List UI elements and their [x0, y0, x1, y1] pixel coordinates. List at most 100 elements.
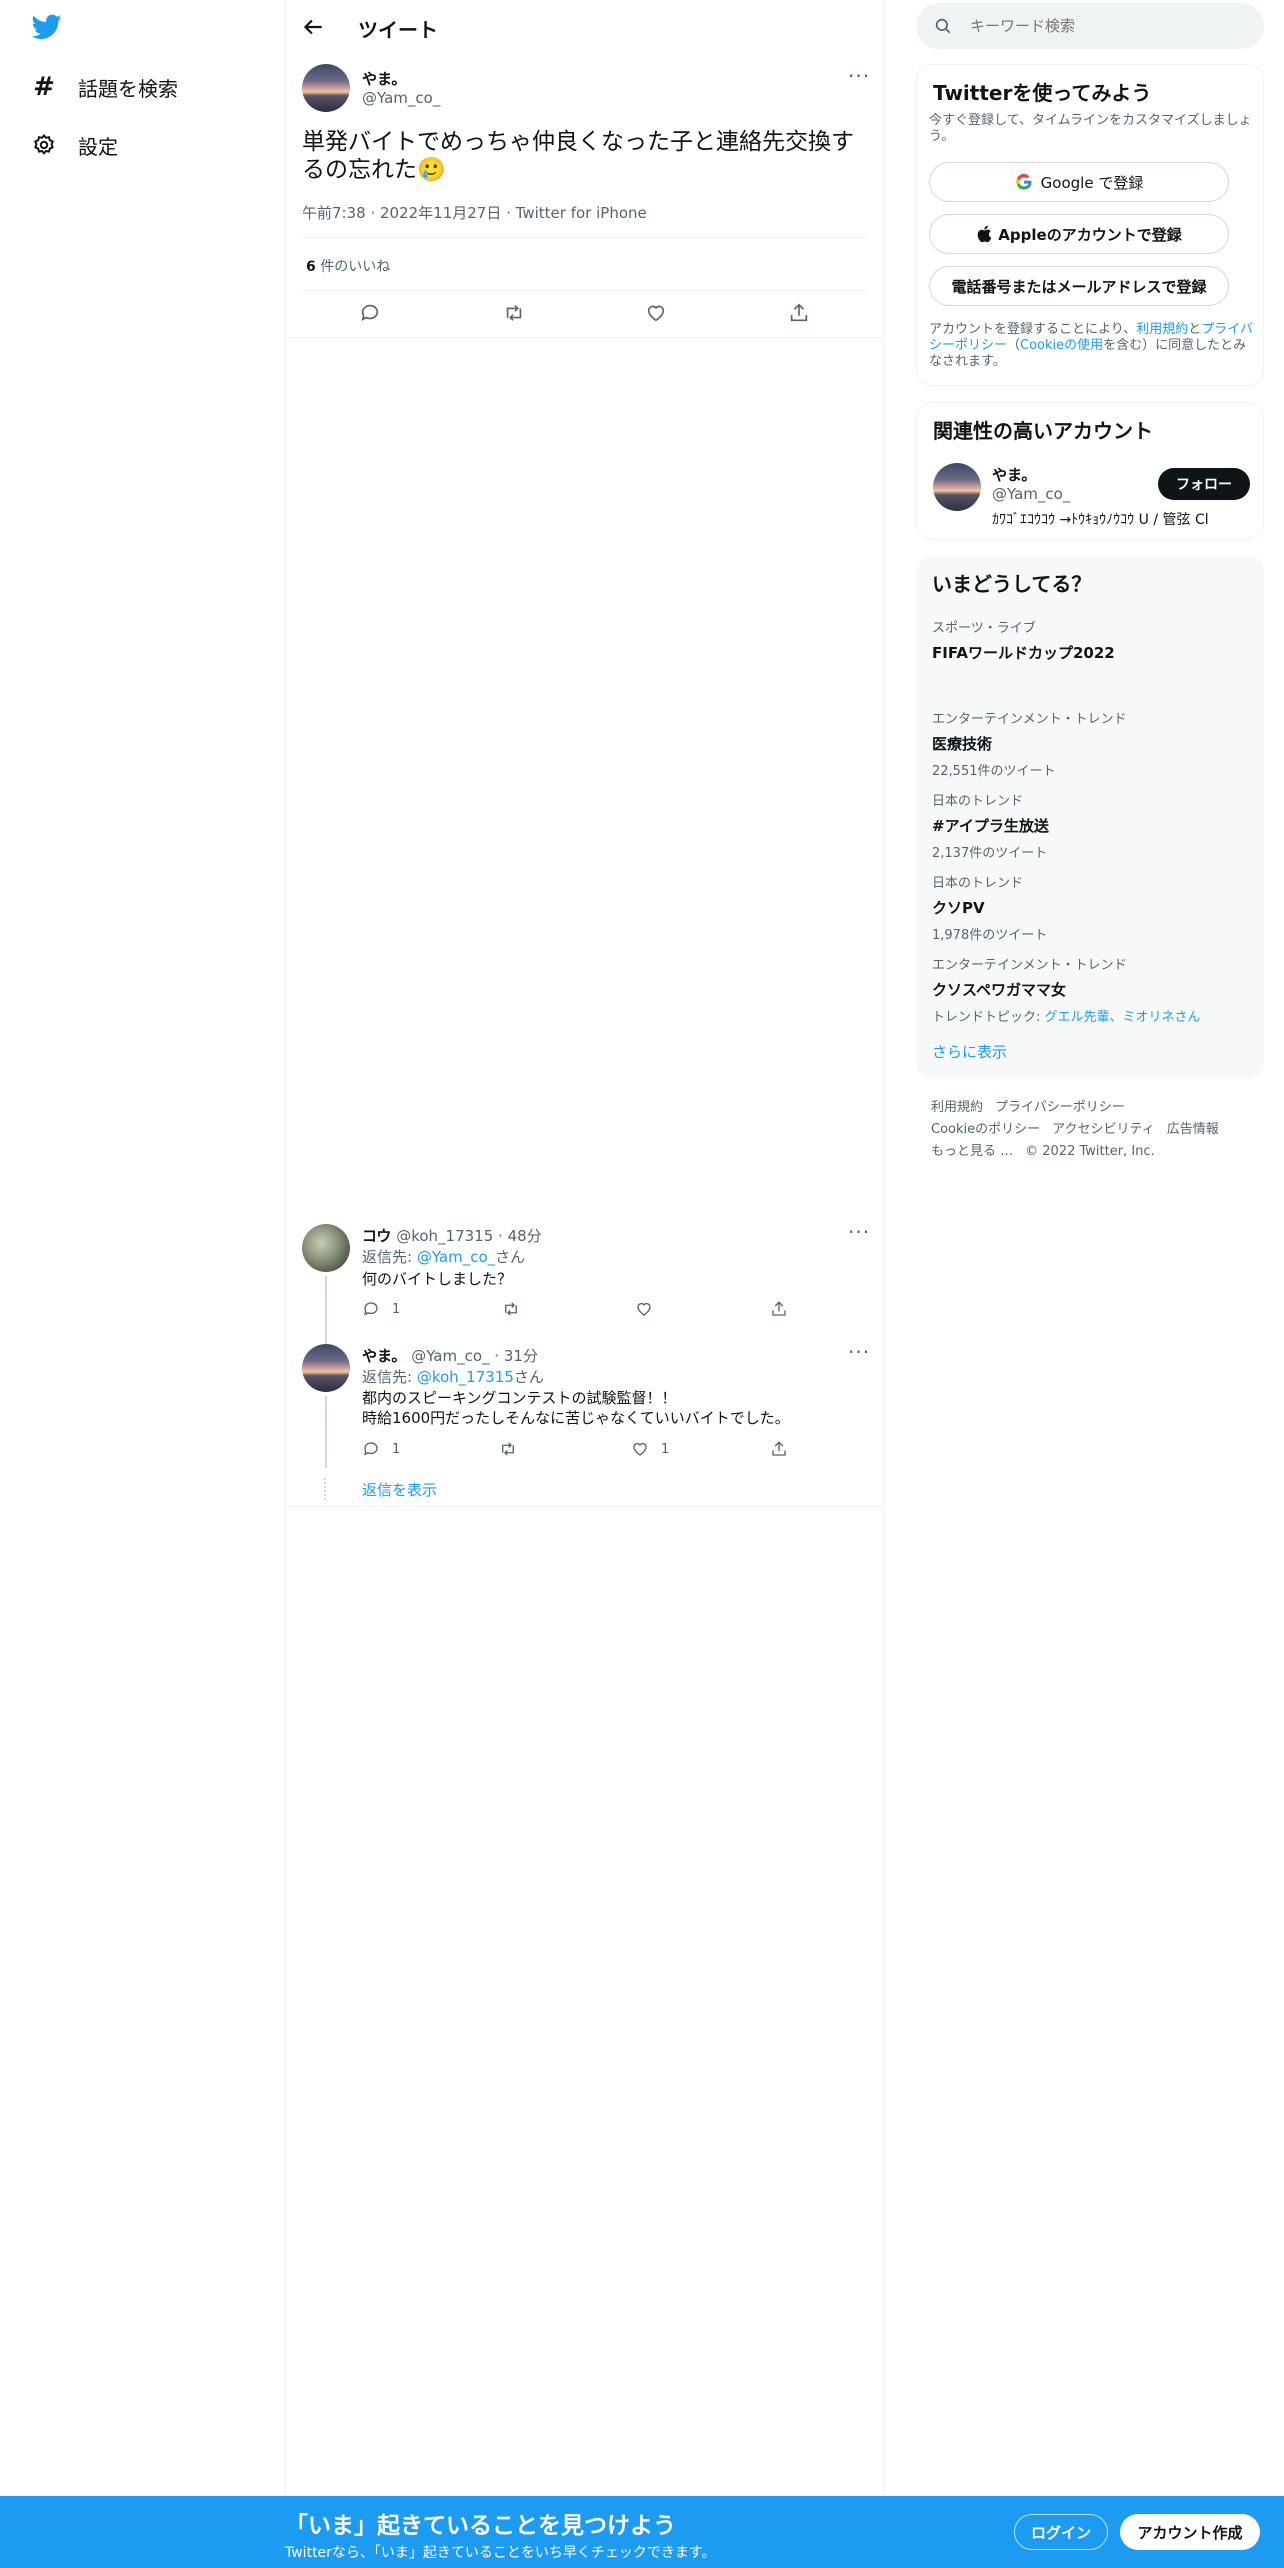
- like-icon[interactable]: [645, 302, 667, 324]
- trend-item[interactable]: エンターテインメント・トレンド クソスペワガママ女 トレンドトピック: グエル先…: [932, 954, 1201, 1025]
- related-title: 関連性の高いアカウント: [933, 419, 1153, 443]
- footer-privacy-link[interactable]: プライバシーポリシー: [995, 1100, 1125, 1115]
- reply-display-name[interactable]: やま。: [362, 1347, 406, 1365]
- back-arrow-icon[interactable]: [300, 14, 326, 40]
- search-input[interactable]: [970, 14, 1240, 38]
- hashtag-icon: #: [33, 72, 55, 102]
- trend-item[interactable]: 日本のトレンド クソPV 1,978件のツイート: [932, 872, 1047, 943]
- more-options-icon[interactable]: ···: [848, 64, 870, 88]
- bottom-bar-headline: 「いま」起きていることを見つけよう: [285, 2513, 676, 2539]
- nav-settings[interactable]: 設定: [30, 120, 118, 170]
- retweet-icon[interactable]: [502, 302, 526, 324]
- like-count: 1: [661, 1441, 670, 1457]
- more-options-icon[interactable]: ···: [848, 1220, 870, 1244]
- reply-handle[interactable]: @koh_17315: [396, 1227, 493, 1245]
- replying-to: 返信先: @koh_17315さん: [362, 1366, 544, 1387]
- apple-signup-button[interactable]: Appleのアカウントで登録: [929, 214, 1229, 254]
- left-nav: # 話題を検索 設定: [0, 0, 285, 2568]
- trends-card: いまどうしてる？ スポーツ・ライブ FIFAワールドカップ2022 エンターテイ…: [916, 556, 1264, 1078]
- tweet-handle[interactable]: @Yam_co_: [362, 89, 440, 107]
- search-icon: [934, 17, 952, 35]
- footer-cookie-link[interactable]: Cookieのポリシー: [931, 1122, 1040, 1137]
- phone-email-signup-button[interactable]: 電話番号またはメールアドレスで登録: [929, 266, 1229, 306]
- avatar[interactable]: [302, 64, 350, 112]
- reply-time[interactable]: 48分: [508, 1227, 542, 1245]
- footer-ads-link[interactable]: 広告情報: [1167, 1122, 1219, 1137]
- google-logo-icon: [1015, 173, 1033, 191]
- gear-icon: [30, 133, 58, 157]
- show-replies-link[interactable]: 返信を表示: [362, 1479, 437, 1500]
- trend-category: スポーツ・ライブ: [932, 621, 1036, 636]
- retweet-button[interactable]: [501, 1300, 521, 1318]
- tweet-time[interactable]: 午前7:38: [302, 204, 366, 222]
- retweet-button[interactable]: [498, 1440, 518, 1458]
- follow-label: フォロー: [1176, 477, 1232, 493]
- trend-item[interactable]: エンターテインメント・トレンド 医療技術 22,551件のツイート: [932, 708, 1127, 779]
- avatar[interactable]: [302, 1224, 350, 1272]
- nav-explore[interactable]: # 話題を検索: [30, 62, 178, 112]
- show-more-link[interactable]: さらに表示: [932, 1041, 1007, 1062]
- trend-topics-links[interactable]: グエル先輩、ミオリネさん: [1045, 1010, 1201, 1025]
- like-button[interactable]: [635, 1300, 653, 1318]
- share-icon[interactable]: [788, 302, 810, 324]
- reply-time[interactable]: 31分: [504, 1347, 538, 1365]
- follow-button[interactable]: フォロー: [1158, 468, 1250, 500]
- divider: [286, 337, 884, 338]
- thread-line: [325, 1396, 327, 1468]
- avatar[interactable]: [933, 463, 981, 511]
- trend-name: クソPV: [932, 899, 985, 917]
- share-button[interactable]: [770, 1300, 788, 1318]
- reply-button[interactable]: 1: [362, 1300, 400, 1318]
- trend-name: #アイプラ生放送: [932, 817, 1049, 835]
- related-display-name[interactable]: やま。: [992, 464, 1036, 485]
- twitter-logo-icon[interactable]: [32, 14, 62, 40]
- reply-text-line: 時給1600円だったしそんなに苦じゃなくていいバイトでした。: [362, 1409, 790, 1427]
- footer-terms-link[interactable]: 利用規約: [931, 1100, 983, 1115]
- replying-to-link[interactable]: @koh_17315: [417, 1368, 514, 1386]
- likes-count: 6: [306, 259, 316, 275]
- replying-to-link[interactable]: @Yam_co_: [417, 1248, 495, 1266]
- more-options-icon[interactable]: ···: [848, 1340, 870, 1364]
- tweet-display-name[interactable]: やま。: [362, 68, 406, 89]
- replying-to-prefix: 返信先:: [362, 1368, 417, 1386]
- cookie-link[interactable]: Cookieの使用: [1020, 338, 1103, 353]
- footer-more-link[interactable]: もっと見る …: [931, 1144, 1013, 1159]
- like-button[interactable]: 1: [631, 1440, 669, 1458]
- reply-count: 1: [392, 1441, 401, 1457]
- likes-label: 件のいいね: [320, 259, 391, 275]
- reply-handle[interactable]: @Yam_co_: [411, 1347, 489, 1365]
- terms-text: アカウントを登録することにより、: [929, 322, 1137, 337]
- reply-header: コウ @koh_17315 · 48分: [362, 1227, 542, 1245]
- search-box[interactable]: [916, 3, 1264, 49]
- phone-email-signup-label: 電話番号またはメールアドレスで登録: [951, 277, 1207, 296]
- trend-category: 日本のトレンド: [932, 794, 1024, 809]
- terms-link[interactable]: 利用規約: [1136, 322, 1188, 337]
- reply-header: やま。 @Yam_co_ · 31分: [362, 1347, 538, 1365]
- share-button[interactable]: [770, 1440, 788, 1458]
- trend-item[interactable]: 日本のトレンド #アイプラ生放送 2,137件のツイート: [932, 790, 1049, 861]
- signup-label: アカウント作成: [1137, 2523, 1243, 2542]
- divider: [302, 237, 868, 238]
- thread-dots: [324, 1478, 328, 1500]
- trends-title: いまどうしてる？: [932, 572, 1092, 596]
- google-signup-button[interactable]: Google で登録: [929, 162, 1229, 202]
- tweet-date[interactable]: 2022年11月27日: [380, 204, 501, 222]
- google-signup-label: Google で登録: [1040, 173, 1144, 192]
- main-column: ツイート やま。 @Yam_co_ ··· 単発バイトでめっちゃ仲良くなった子と…: [285, 0, 885, 2568]
- tweet-source[interactable]: Twitter for iPhone: [516, 204, 647, 222]
- nav-settings-label: 設定: [78, 134, 118, 159]
- footer-accessibility-link[interactable]: アクセシビリティ: [1052, 1122, 1155, 1137]
- apple-logo-icon: [976, 225, 992, 243]
- trend-item[interactable]: スポーツ・ライブ FIFAワールドカップ2022: [932, 617, 1115, 663]
- login-label: ログイン: [1030, 2523, 1091, 2542]
- login-button[interactable]: ログイン: [1014, 2514, 1108, 2550]
- signup-button[interactable]: アカウント作成: [1120, 2514, 1260, 2550]
- reply-button[interactable]: 1: [362, 1440, 400, 1458]
- reply-display-name[interactable]: コウ: [362, 1227, 391, 1245]
- reply-text-line: 都内のスピーキングコンテストの試験監督！！: [362, 1389, 677, 1407]
- reply-icon[interactable]: [359, 302, 381, 324]
- likes-stat[interactable]: 6 件のいいね: [306, 256, 390, 276]
- avatar[interactable]: [302, 1344, 350, 1392]
- related-handle[interactable]: @Yam_co_: [992, 485, 1070, 503]
- apple-signup-label: Appleのアカウントで登録: [998, 225, 1182, 244]
